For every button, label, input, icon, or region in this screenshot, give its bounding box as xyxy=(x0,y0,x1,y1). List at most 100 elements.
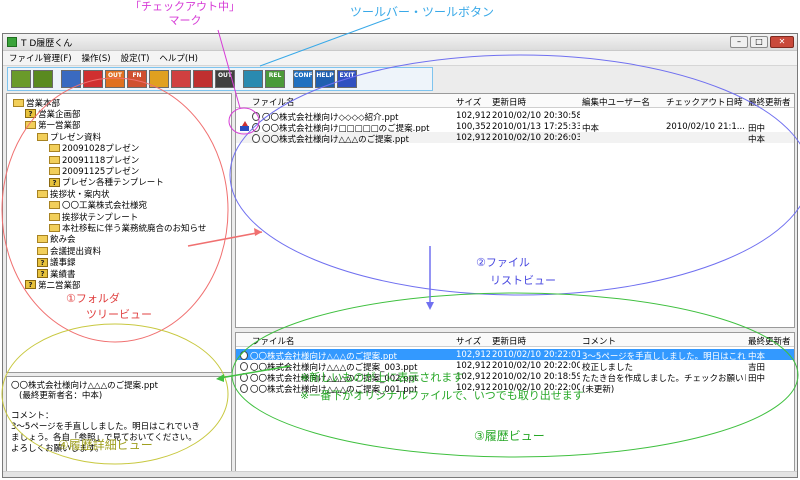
tree-item-label: 挨拶状テンプレート xyxy=(62,212,139,223)
file-col-name[interactable]: ファイル名 xyxy=(252,96,295,108)
menu-help[interactable]: ヘルプ(H) xyxy=(159,52,198,64)
title-bar[interactable]: T D履歴くん – □ ✕ xyxy=(3,34,797,51)
tree-item[interactable]: 20091118プレゼン xyxy=(49,154,140,166)
history-col-size[interactable]: サイズ xyxy=(456,335,481,347)
file-row[interactable]: 〇〇株式会社様向け◇◇◇◇紹介.ppt 102,912 2010/02/10 20:… xyxy=(236,110,794,123)
unknown-folder-icon: ? xyxy=(25,109,36,119)
tree-item[interactable]: 営業本部 xyxy=(13,97,60,109)
toolbar-button-3[interactable] xyxy=(61,70,81,88)
tree-item[interactable]: ? 業績書 xyxy=(37,268,76,280)
file-list-view: ファイル名 サイズ 更新日時 編集中ユーザー名 チェックアウト日時 最終更新者 … xyxy=(235,93,795,328)
history-col-last-updater[interactable]: 最終更新者 xyxy=(748,335,791,347)
document-icon xyxy=(240,351,248,360)
menu-operation[interactable]: 操作(S) xyxy=(82,52,111,64)
toolbar-button-13[interactable]: CONFIG xyxy=(293,70,313,88)
toolbar-button-6[interactable]: FN xyxy=(127,70,147,88)
file-cell-last: 中本 xyxy=(748,135,766,145)
document-icon xyxy=(252,123,260,132)
tree-item[interactable]: ? 第二営業部 xyxy=(25,279,81,291)
tree-item-label: 第一営業部 xyxy=(38,121,81,132)
toolbar-button-10[interactable]: OUT xyxy=(215,70,235,88)
tree-item[interactable]: 会議提出資料 xyxy=(37,245,101,257)
menu-settings[interactable]: 設定(T) xyxy=(121,52,150,64)
toolbar-button-2[interactable] xyxy=(33,70,53,88)
file-row[interactable]: 〇〇株式会社様向け□□□□□のご提案.ppt 100,352 2010/01/13 … xyxy=(236,121,794,134)
tree-item-label: プレゼン各種テンプレート xyxy=(62,178,164,189)
tree-item[interactable]: 20091125プレゼン xyxy=(49,165,140,177)
toolbar-button-4[interactable] xyxy=(83,70,103,88)
file-cell-name: 〇〇株式会社様向け△△△のご提案.ppt xyxy=(252,133,452,145)
toolbar-button-1[interactable] xyxy=(11,70,31,88)
history-row[interactable]: 〇〇株式会社様向け△△△のご提案.ppt 102,912 2010/02/10 20… xyxy=(236,349,794,362)
document-icon xyxy=(252,134,260,143)
tree-item[interactable]: 20091028プレゼン xyxy=(49,143,139,154)
tree-item[interactable]: 第一営業部 xyxy=(25,120,81,131)
history-col-name[interactable]: ファイル名 xyxy=(252,335,295,347)
document-icon xyxy=(240,362,248,371)
tree-item-label: 議事録 xyxy=(50,258,76,269)
maximize-button[interactable]: □ xyxy=(750,36,768,48)
tree-item[interactable]: ? 議事録 xyxy=(37,257,76,268)
file-list-annotation-line2: リストビュー xyxy=(490,274,556,287)
history-cell-size: 102,912 xyxy=(456,350,490,360)
tree-item[interactable]: 本社移転に伴う業務統廃合のお知らせ xyxy=(49,222,206,234)
tree-item-label: 20091028プレゼン xyxy=(62,144,140,155)
checkout-mark-annotation: 「チェックアウト中」 マーク xyxy=(120,0,250,28)
toolbar-button-11[interactable] xyxy=(243,70,263,88)
history-col-comment[interactable]: コメント xyxy=(582,335,616,347)
toolbar-button-14[interactable]: HELP xyxy=(315,70,335,88)
folder-icon xyxy=(37,235,48,244)
minimize-button[interactable]: – xyxy=(730,36,748,48)
tree-item-label: 挨拶状・案内状 xyxy=(50,189,110,200)
file-cell-checkout: 2010/02/10 21:1... xyxy=(666,122,745,132)
app-window: T D履歴くん – □ ✕ ファイル管理(F) 操作(S) 設定(T) ヘルプ(… xyxy=(2,33,798,478)
tree-item-label: プレゼン資料 xyxy=(50,132,102,143)
tree-item-label: 20091118プレゼン xyxy=(62,155,140,166)
history-col-updated[interactable]: 更新日時 xyxy=(492,335,526,347)
folder-icon xyxy=(37,246,48,255)
unknown-folder-icon: ? xyxy=(37,257,48,267)
toolbar-button-12[interactable]: REL xyxy=(265,70,285,88)
history-annotation: ③履歴ビュー xyxy=(474,429,545,443)
folder-icon xyxy=(49,212,60,221)
toolbar-button-5[interactable]: OUT xyxy=(105,70,125,88)
detail-annotation: ④履歴詳細ビュー xyxy=(58,438,153,452)
folder-icon xyxy=(49,223,60,232)
toolbar-button-9[interactable] xyxy=(193,70,213,88)
file-list-header: ファイル名 サイズ 更新日時 編集中ユーザー名 チェックアウト日時 最終更新者 xyxy=(236,94,794,108)
toolbar-button-15[interactable]: EXIT xyxy=(337,70,357,88)
file-cell-updated: 2010/02/10 20:26:03 xyxy=(492,133,580,143)
folder-tree-annotation-line1: ①フォルダ xyxy=(66,292,120,305)
tree-item[interactable]: 挨拶状テンプレート xyxy=(49,211,139,223)
toolbar-annotation: ツールバー・ツールボタン xyxy=(350,5,495,19)
tree-item[interactable]: ? 営業企画部 xyxy=(25,108,81,120)
tree-item[interactable]: 挨拶状・案内状 xyxy=(37,188,110,200)
tree-item-label: 営業企画部 xyxy=(38,109,81,120)
file-col-last-updater[interactable]: 最終更新者 xyxy=(748,96,791,108)
document-icon xyxy=(240,384,248,393)
checkout-mark-annotation-line1: 「チェックアウト中」 xyxy=(130,0,240,13)
unknown-folder-icon: ? xyxy=(49,177,60,187)
toolbar-button-7[interactable] xyxy=(149,70,169,88)
tree-item[interactable]: 〇〇工業株式会社様宛 xyxy=(49,200,147,211)
toolbar: OUTFNOUTRELCONFIGHELPEXIT xyxy=(7,67,433,91)
history-note-1: ※新しいものが上に表示されます xyxy=(300,371,464,384)
tree-item[interactable]: プレゼン資料 xyxy=(37,131,102,143)
folder-icon xyxy=(49,166,60,175)
unknown-folder-icon: ? xyxy=(37,269,48,278)
detail-last-updater: (最終更新者名：中本) xyxy=(19,391,103,401)
tree-item-label: 20091125プレゼン xyxy=(62,166,140,177)
file-col-size[interactable]: サイズ xyxy=(456,96,481,108)
folder-icon xyxy=(37,132,48,141)
tree-item[interactable]: ? プレゼン各種テンプレート xyxy=(49,177,164,188)
menu-file[interactable]: ファイル管理(F) xyxy=(9,52,72,64)
file-col-editor[interactable]: 編集中ユーザー名 xyxy=(582,96,650,108)
tree-item[interactable]: 飲み会 xyxy=(37,234,76,245)
file-row[interactable]: 〇〇株式会社様向け△△△のご提案.ppt 102,912 2010/02/10 20… xyxy=(236,132,794,145)
file-col-checkout[interactable]: チェックアウト日時 xyxy=(666,96,743,108)
folder-tree-annotation-line2: ツリービュー xyxy=(86,308,152,321)
close-button[interactable]: ✕ xyxy=(770,36,794,48)
file-col-updated[interactable]: 更新日時 xyxy=(492,96,526,108)
folder-icon xyxy=(13,98,24,107)
toolbar-button-8[interactable] xyxy=(171,70,191,88)
